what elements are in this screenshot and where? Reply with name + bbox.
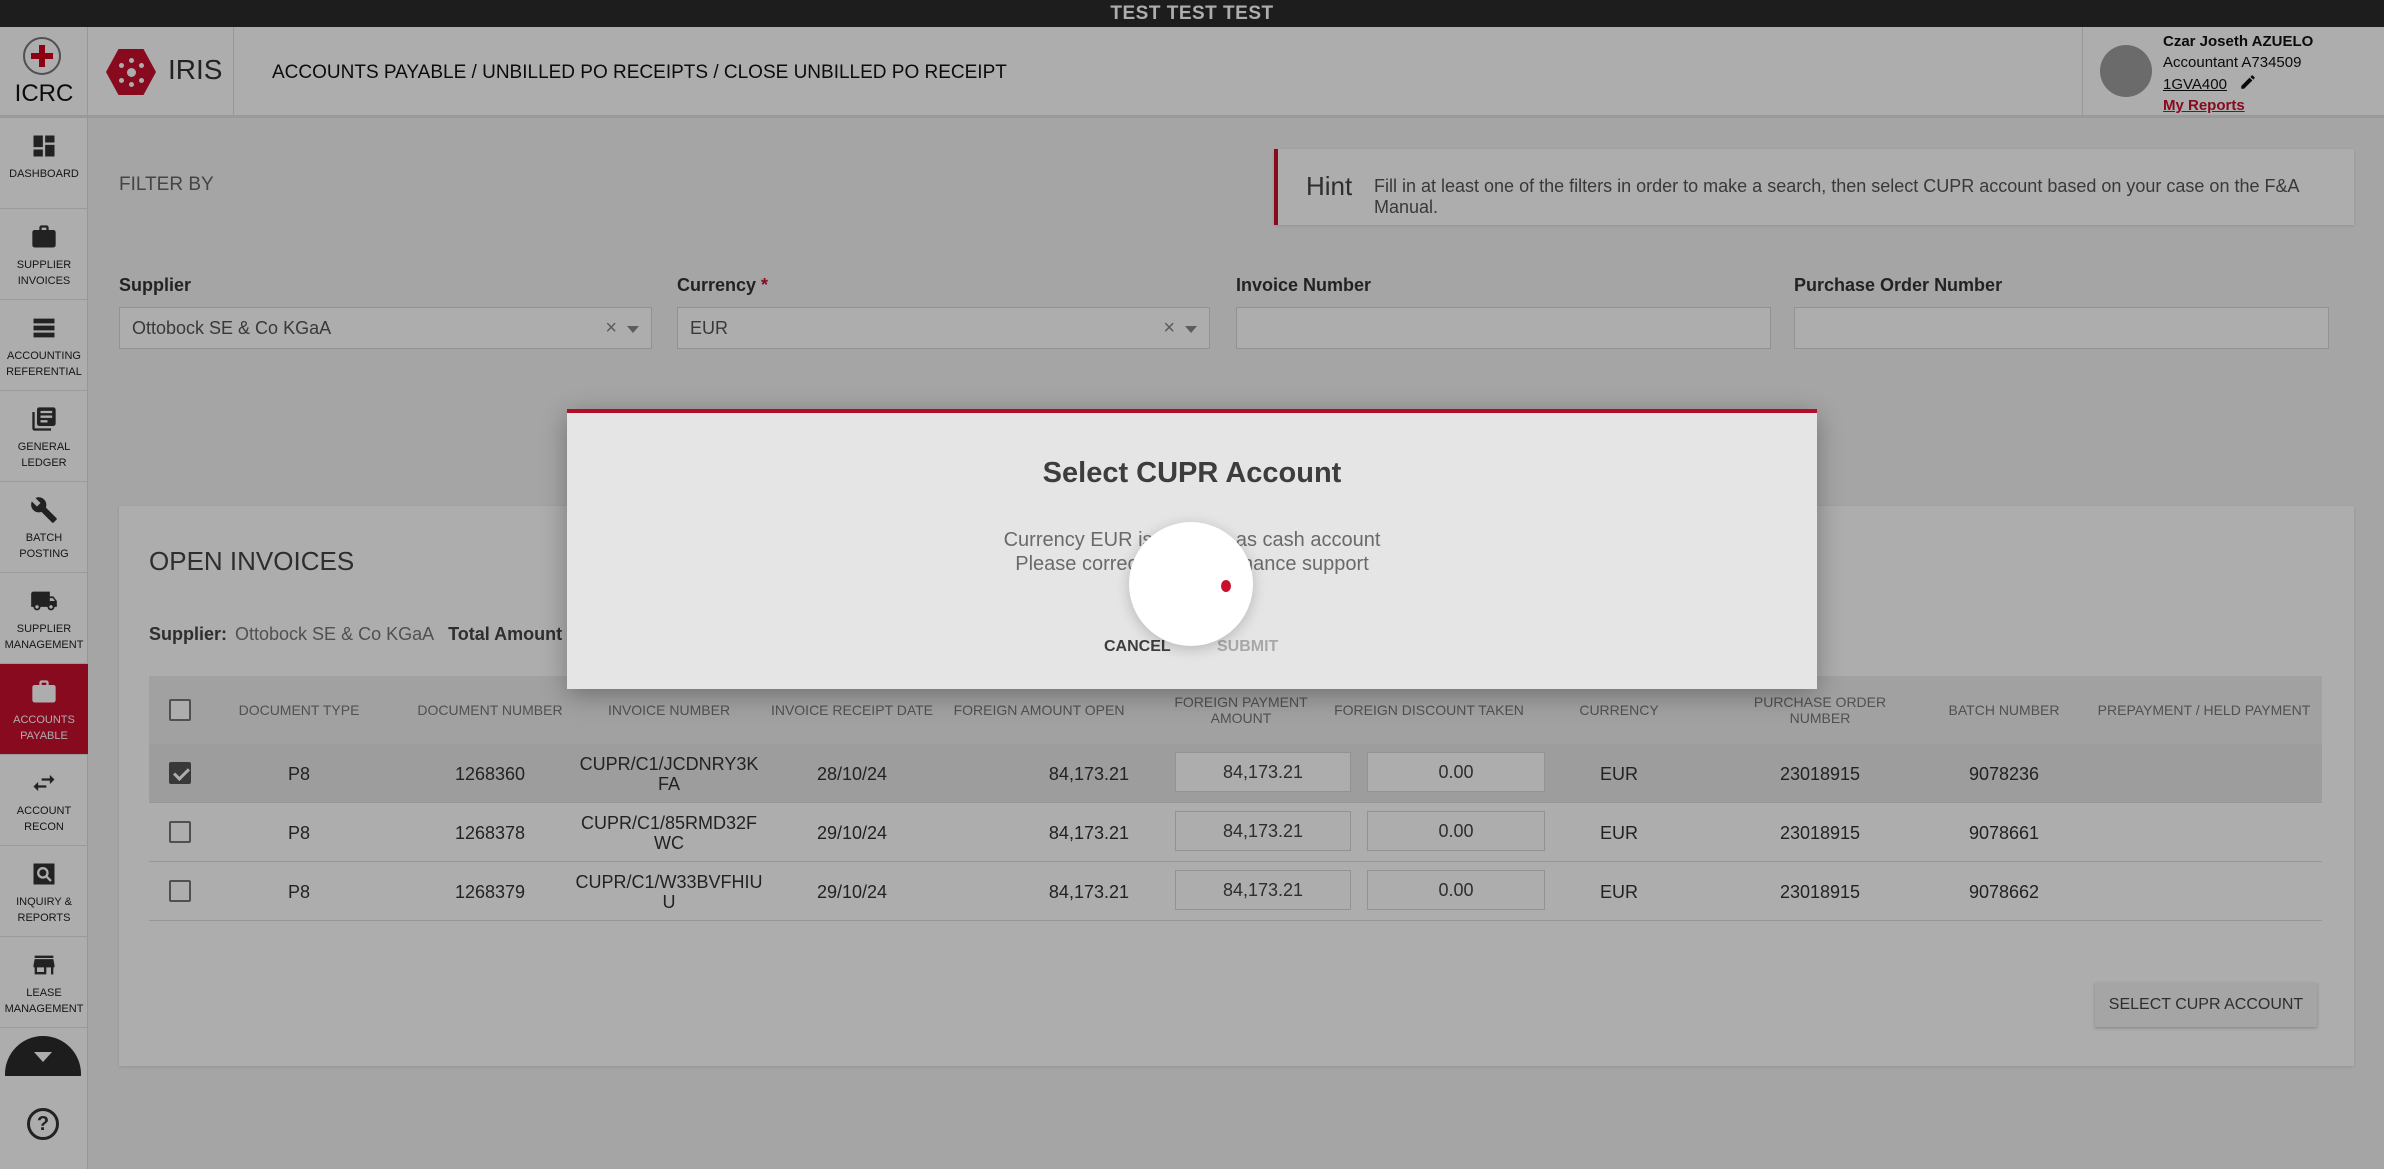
spinner-dot-icon (1221, 580, 1231, 592)
loading-spinner (1129, 522, 1253, 646)
